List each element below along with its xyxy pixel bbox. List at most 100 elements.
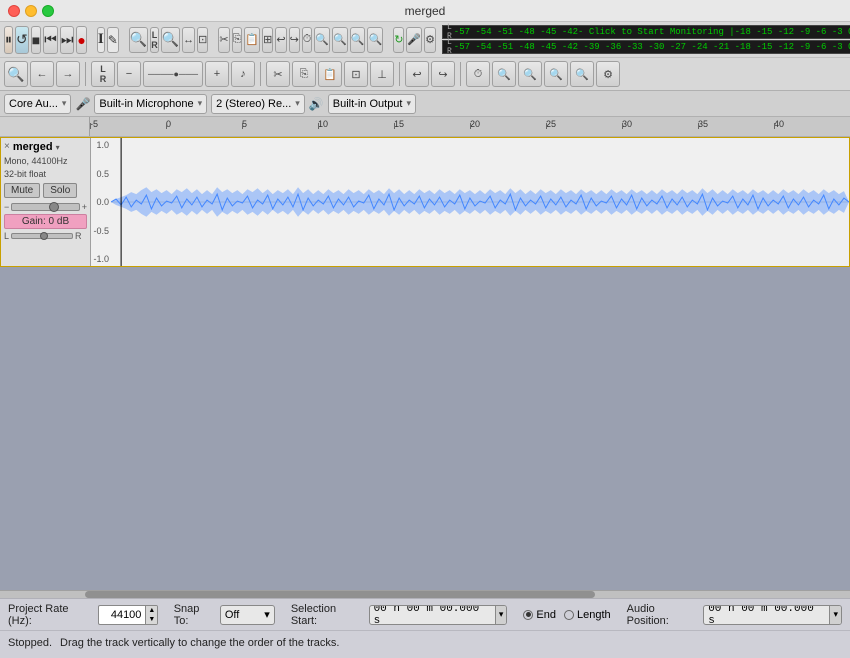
- project-rate-field[interactable]: 44100 ▲ ▼: [98, 605, 157, 625]
- separator5: [85, 62, 86, 86]
- ruler-tick-20: 20: [470, 119, 480, 129]
- channels-arrow: ▾: [295, 98, 300, 109]
- snap-selector[interactable]: Off ▾: [220, 605, 275, 625]
- pan-area: L R: [4, 231, 87, 241]
- loop-button[interactable]: ↺: [15, 26, 29, 54]
- status-stopped-text: Stopped.: [8, 637, 52, 649]
- selection-start-field[interactable]: 00 h 00 m 00.000 s ▾: [369, 605, 508, 625]
- track-label-panel: × merged ▾ Mono, 44100Hz 32-bit float Mu…: [1, 138, 91, 266]
- cut2-button[interactable]: ✂: [266, 61, 290, 87]
- copy-button[interactable]: ⎘: [232, 27, 243, 53]
- undo2-button[interactable]: ↩: [405, 61, 429, 87]
- vol-up-button[interactable]: +: [205, 61, 229, 87]
- maximize-button[interactable]: [42, 5, 54, 17]
- cursor-tool-button[interactable]: I: [97, 27, 105, 53]
- track-close-button[interactable]: ×: [4, 142, 10, 152]
- meter-bottom-lr: LR: [447, 38, 452, 56]
- track-dropdown-arrow[interactable]: ▾: [56, 143, 60, 152]
- trim-button[interactable]: ✂: [218, 27, 229, 53]
- align-button[interactable]: ⊞: [262, 27, 273, 53]
- arrow-left-button[interactable]: ←: [30, 61, 54, 87]
- zoom-in-button[interactable]: 🔍: [129, 27, 148, 53]
- length-radio-dot[interactable]: [564, 610, 574, 620]
- pitch-button[interactable]: ♪: [231, 61, 255, 87]
- pan-slider-thumb[interactable]: [40, 232, 48, 240]
- zoom5-button[interactable]: 🔍: [570, 61, 594, 87]
- rate-spinner-buttons[interactable]: ▲ ▼: [145, 606, 157, 624]
- ruler-tick-10: 10: [318, 119, 328, 129]
- mute-button[interactable]: Mute: [4, 183, 40, 198]
- lr-button[interactable]: LR: [91, 61, 115, 87]
- audio-pos-field[interactable]: 00 h 00 m 00.000 s ▾: [703, 605, 842, 625]
- ruler-spacer: [0, 117, 90, 136]
- hscrollbar[interactable]: [0, 590, 850, 598]
- copy2-button[interactable]: ⎘: [292, 61, 316, 87]
- record-button[interactable]: ●: [76, 26, 86, 54]
- arrow-right-button[interactable]: →: [56, 61, 80, 87]
- silence-tool-button[interactable]: ⊡: [197, 27, 208, 53]
- search1-button[interactable]: 🔍: [314, 27, 330, 53]
- zoom-L-button[interactable]: LR: [150, 27, 159, 53]
- zoom4-button[interactable]: 🔍: [544, 61, 568, 87]
- solo-button[interactable]: Solo: [43, 183, 77, 198]
- pencil-tool-button[interactable]: ✎: [107, 27, 119, 53]
- meter-bottom[interactable]: LR -57 -54 -51 -48 -45 -42 -39 -36 -33 -…: [442, 40, 850, 54]
- hscrollbar-thumb[interactable]: [85, 591, 595, 598]
- end-radio-option[interactable]: End: [523, 609, 556, 621]
- minimize-button[interactable]: [25, 5, 37, 17]
- gain-slider-thumb[interactable]: [49, 202, 59, 212]
- timer-button[interactable]: ⏱: [302, 27, 313, 53]
- project-rate-value: 44100: [99, 607, 145, 623]
- redo2-button[interactable]: ↪: [431, 61, 455, 87]
- select2-button[interactable]: 🔍: [4, 61, 28, 87]
- search2-button[interactable]: 🔍: [332, 27, 348, 53]
- search4-button[interactable]: 🔍: [367, 27, 383, 53]
- select-tool-button[interactable]: ↔: [182, 27, 195, 53]
- audio-pos-arrow[interactable]: ▾: [829, 606, 841, 624]
- zoom3-button[interactable]: 🔍: [518, 61, 542, 87]
- waveform-area[interactable]: 1.0 0.5 0.0 -0.5 -1.0: [91, 138, 849, 266]
- timer2-button[interactable]: ⏱: [466, 61, 490, 87]
- mic-button[interactable]: 🎤: [406, 27, 422, 53]
- selection-start-arrow[interactable]: ▾: [495, 606, 507, 624]
- paste2-button[interactable]: 📋: [318, 61, 342, 87]
- skip-back-button[interactable]: ⏮: [43, 26, 58, 54]
- channels-selector[interactable]: 2 (Stereo) Re... ▾: [211, 94, 305, 114]
- length-radio-option[interactable]: Length: [564, 609, 611, 621]
- split-button[interactable]: ⊥: [370, 61, 394, 87]
- settings2-button[interactable]: ⚙: [596, 61, 620, 87]
- skip-forward-button[interactable]: ⏭: [60, 26, 75, 54]
- traffic-lights: [8, 5, 54, 17]
- stop-button[interactable]: ■: [31, 26, 41, 54]
- gain-plus-label: +: [82, 202, 87, 212]
- rate-down-button[interactable]: ▼: [145, 615, 157, 624]
- redo-button[interactable]: ↪: [289, 27, 300, 53]
- y-label-5: -1.0: [91, 254, 111, 264]
- track-info-line2: 32-bit float: [4, 168, 87, 181]
- search3-button[interactable]: 🔍: [350, 27, 366, 53]
- pan-slider-track[interactable]: [11, 233, 73, 239]
- zoom-out-button[interactable]: 🔍: [161, 27, 180, 53]
- settings-button[interactable]: ⚙: [424, 27, 436, 53]
- status-bar: Project Rate (Hz): 44100 ▲ ▼ Snap To: Of…: [0, 598, 850, 658]
- paste-button[interactable]: 📋: [244, 27, 260, 53]
- pause-button[interactable]: ⏸: [4, 26, 13, 54]
- gain-slider-track[interactable]: [11, 203, 79, 211]
- end-radio-dot[interactable]: [523, 610, 533, 620]
- vol-slider-btn[interactable]: ────●───: [143, 61, 203, 87]
- snap-arrow: ▾: [264, 608, 270, 621]
- input-device-selector[interactable]: Built-in Microphone ▾: [94, 94, 207, 114]
- selection-start-value: 00 h 00 m 00.000 s: [370, 605, 495, 625]
- audio-position-section: Audio Position: 00 h 00 m 00.000 s ▾: [627, 603, 842, 627]
- snap-value: Off: [225, 609, 239, 621]
- undo-button[interactable]: ↩: [275, 27, 286, 53]
- close-button[interactable]: [8, 5, 20, 17]
- host-selector[interactable]: Core Au... ▾: [4, 94, 71, 114]
- trim2-button[interactable]: ⊡: [344, 61, 368, 87]
- zoom2-button[interactable]: 🔍: [492, 61, 516, 87]
- refresh-button[interactable]: ↻: [393, 27, 404, 53]
- rate-up-button[interactable]: ▲: [145, 606, 157, 615]
- vol-down-button[interactable]: −: [117, 61, 141, 87]
- meter-top[interactable]: LR -57 -54 -51 -48 -45 -42- Click to Sta…: [442, 25, 850, 39]
- output-device-selector[interactable]: Built-in Output ▾: [328, 94, 416, 114]
